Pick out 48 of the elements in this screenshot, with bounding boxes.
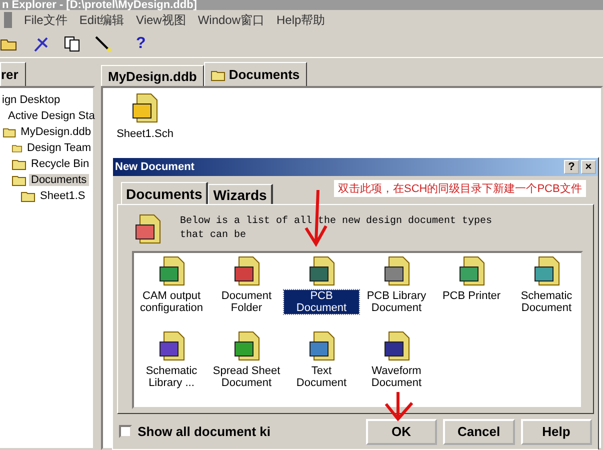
document-type-label[interactable]: Spread Sheet Document [209,365,284,389]
checkbox[interactable] [119,425,132,438]
window-title: n Explorer - [D:\protel\MyDesign.ddb] [0,0,603,10]
folder-icon [12,158,26,170]
copy-icon[interactable] [64,36,80,52]
tree-item[interactable]: Recycle Bin [29,158,92,170]
document-type-label[interactable]: Schematic Library ... [134,365,209,389]
dialog-button[interactable]: OK [366,418,438,444]
annotation-text: 双击此项，在SCH的同级目录下新建一个PCB文件 [334,180,586,197]
folder-icon [3,126,16,138]
checkbox-label: Show all document ki [138,424,272,439]
menu-item[interactable]: Edit编辑 [79,12,124,28]
tree-item[interactable]: ign Desktop [0,94,62,106]
document-type-label[interactable]: Waveform Document [359,365,434,389]
tree-item[interactable]: Active Design Sta [6,110,97,122]
folder-icon [12,142,22,154]
document-type-label[interactable]: CAM output configuration [134,290,209,314]
dialog-button[interactable]: Cancel [443,418,515,444]
document-type-label[interactable]: Schematic Document [509,290,584,314]
wand-icon[interactable] [94,34,112,52]
menu-item[interactable]: Help帮助 [276,12,326,28]
tree-item[interactable]: Sheet1.S [38,190,88,202]
dialog-tab[interactable]: Wizards [208,184,273,204]
dialog-button[interactable]: Help [520,418,592,444]
close-button[interactable]: × [581,160,596,174]
folder-icon [210,68,225,80]
help-button[interactable]: ? [136,34,146,52]
help-button[interactable]: ? [564,160,579,174]
document-type-label[interactable]: PCB Document [284,290,359,314]
document-tab[interactable]: MyDesign.ddb [101,65,204,86]
menu-item[interactable]: Window窗口 [198,12,265,28]
document-type-label[interactable]: PCB Library Document [359,290,434,314]
folder-icon [12,174,26,186]
tree-item[interactable]: Design Team [25,142,93,154]
file-label[interactable]: Sheet1.Sch [116,128,174,140]
dialog-tab[interactable]: Documents [121,182,208,204]
folder-icon [21,190,35,202]
document-type-label[interactable]: PCB Printer [441,290,502,302]
tree-item[interactable]: Documents [29,174,89,186]
arrow-drawing [384,390,414,422]
document-type-label[interactable]: Document Folder [209,290,284,314]
description-text: Below is a list of all the new design document types that can be [180,215,494,243]
tree-item[interactable]: MyDesign.ddb [18,126,93,138]
document-tab[interactable]: Documents [204,62,307,86]
dialog-title: New Document [115,161,194,173]
document-type-label[interactable]: Text Document [284,365,359,389]
menu-item[interactable]: View视图 [136,12,186,28]
menu-item[interactable]: File文件 [24,12,68,28]
